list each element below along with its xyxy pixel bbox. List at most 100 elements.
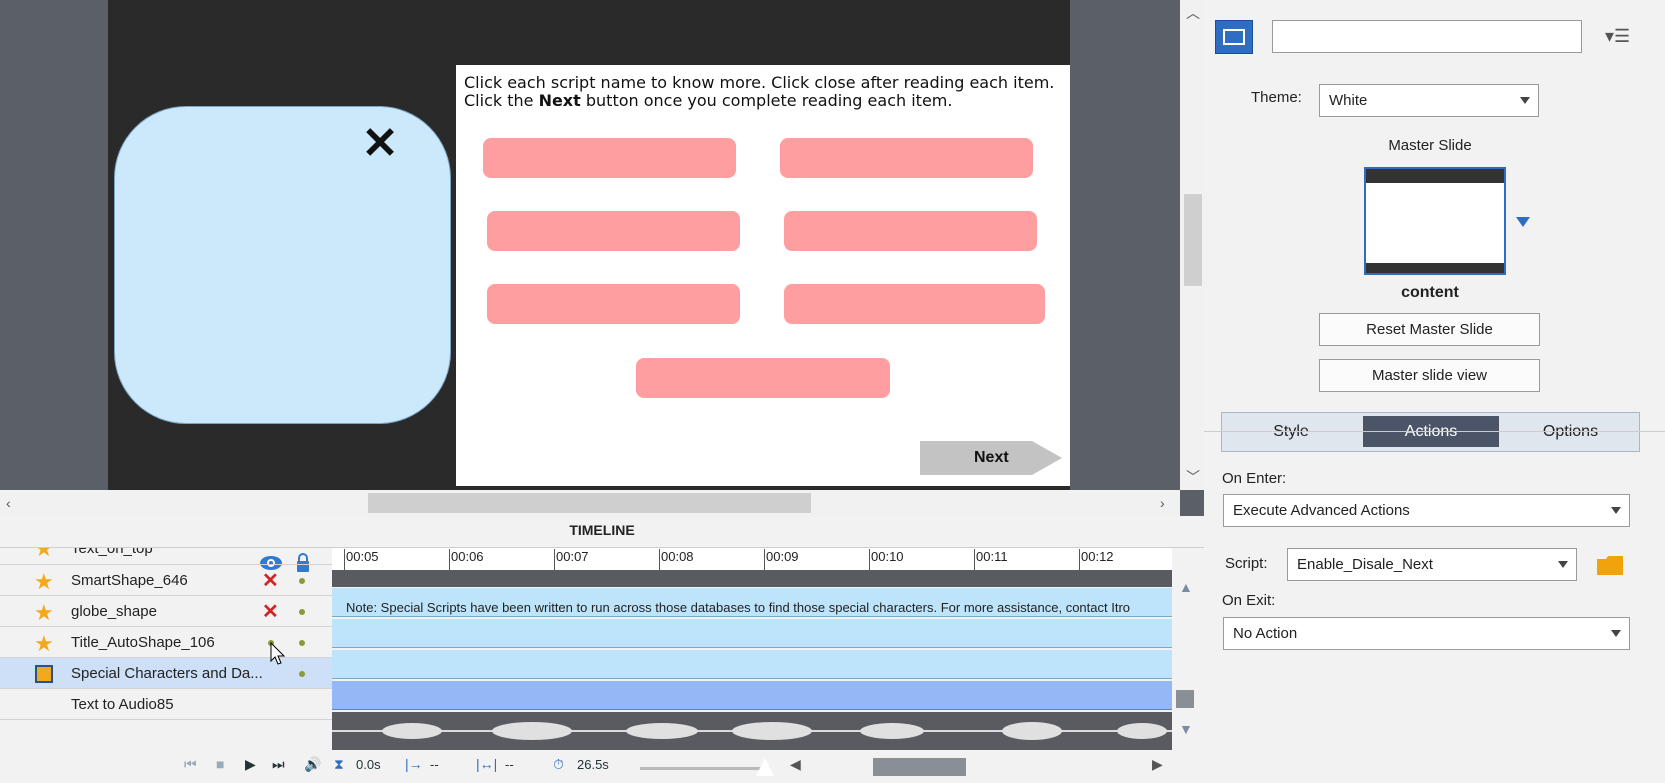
- stage-vertical-scroll-thumb[interactable]: [1184, 194, 1202, 286]
- scroll-left-icon[interactable]: ‹: [6, 496, 11, 510]
- slide-name-input[interactable]: [1272, 20, 1582, 53]
- layer-row[interactable]: ★ SmartShape_646 ✕: [0, 565, 332, 596]
- star-icon: ★: [34, 600, 54, 625]
- scroll-right-icon[interactable]: ›: [1160, 496, 1165, 510]
- tick-label: 00:08: [661, 549, 694, 564]
- on-enter-label: On Enter:: [1222, 470, 1287, 487]
- track-bar[interactable]: [332, 570, 1172, 587]
- on-enter-value: Execute Advanced Actions: [1233, 502, 1410, 519]
- layer-label: Text to Audio85: [71, 696, 174, 713]
- script-button-1[interactable]: [483, 138, 736, 178]
- instruction-text-part: button once you complete reading each it…: [580, 91, 953, 110]
- script-button-7[interactable]: [636, 358, 890, 398]
- tick-label: 00:10: [871, 549, 904, 564]
- chevron-down-icon: [1611, 630, 1621, 637]
- tick-label: 00:05: [346, 549, 379, 564]
- tick-label: 00:06: [451, 549, 484, 564]
- duration-value: 26.5s: [577, 757, 609, 772]
- forward-icon[interactable]: ⏭: [272, 756, 285, 773]
- theme-dropdown[interactable]: White: [1319, 84, 1539, 117]
- slide-icon: [1215, 20, 1253, 54]
- layer-label: Title_AutoShape_106: [71, 634, 215, 651]
- on-exit-label: On Exit:: [1222, 592, 1276, 609]
- chevron-down-icon: [1611, 507, 1621, 514]
- master-slide-thumbnail[interactable]: [1364, 167, 1506, 275]
- lock-dot-icon[interactable]: [299, 578, 305, 584]
- track-bar[interactable]: [332, 619, 1172, 648]
- lock-dot-icon[interactable]: [299, 671, 305, 677]
- on-exit-dropdown[interactable]: No Action: [1223, 617, 1630, 650]
- on-exit-value: No Action: [1233, 625, 1298, 642]
- theme-label: Theme:: [1251, 89, 1302, 106]
- hidden-x-icon[interactable]: ✕: [262, 599, 279, 624]
- end-value: --: [505, 757, 514, 772]
- timeline-title: TIMELINE: [569, 522, 635, 538]
- lock-dot-icon[interactable]: [299, 609, 305, 615]
- stage-horizontal-scroll-thumb[interactable]: [368, 493, 811, 513]
- track-bar-selected[interactable]: [332, 681, 1172, 710]
- app-window: ✕ Click each script name to know more. C…: [0, 0, 1665, 783]
- lock-dot-icon[interactable]: [299, 640, 305, 646]
- rewind-icon[interactable]: ⏮: [184, 756, 197, 773]
- folder-icon[interactable]: [1597, 555, 1623, 575]
- timeline-horizontal-scroll-thumb[interactable]: [873, 758, 966, 776]
- scroll-left-icon[interactable]: ◀: [790, 756, 801, 773]
- scroll-up-icon[interactable]: ︿: [1186, 6, 1200, 20]
- layer-label: Text_on_top: [71, 548, 153, 557]
- tab-style[interactable]: Style: [1222, 413, 1360, 451]
- layer-label: Special Characters and Da...: [71, 665, 263, 682]
- layer-row[interactable]: Text to Audio85: [0, 689, 332, 720]
- script-button-5[interactable]: [487, 284, 740, 324]
- speech-bubble-shape[interactable]: [114, 106, 451, 424]
- scroll-up-icon[interactable]: ▲: [1179, 580, 1193, 594]
- stop-icon[interactable]: ■: [216, 756, 224, 772]
- master-slide-label: Master Slide: [1388, 137, 1472, 154]
- close-icon[interactable]: ✕: [360, 122, 400, 166]
- on-enter-dropdown[interactable]: Execute Advanced Actions: [1223, 494, 1630, 527]
- scroll-down-icon[interactable]: ﹀: [1186, 470, 1200, 484]
- star-icon: ★: [34, 631, 54, 656]
- script-dropdown[interactable]: Enable_Disale_Next: [1287, 548, 1577, 581]
- instruction-text-line1: Click each script name to know more. Cli…: [464, 73, 1055, 92]
- tick-label: 00:07: [556, 549, 589, 564]
- thumbnail-dropdown-icon[interactable]: [1516, 217, 1530, 227]
- tick-label: 00:12: [1081, 549, 1114, 564]
- slide-layer-icon: [35, 665, 53, 683]
- zoom-slider-track[interactable]: [640, 767, 770, 770]
- audio-icon[interactable]: 🔊: [304, 756, 321, 773]
- properties-tabs: Style Actions Options: [1221, 412, 1640, 452]
- scroll-right-icon[interactable]: ▶: [1152, 756, 1163, 773]
- duration-icon: ⏱: [553, 756, 564, 772]
- tick-label: 00:11: [976, 549, 1008, 564]
- zoom-slider-handle[interactable]: [756, 758, 774, 776]
- layer-label: SmartShape_646: [71, 572, 188, 589]
- script-value: Enable_Disale_Next: [1297, 556, 1433, 573]
- next-button[interactable]: Next: [920, 441, 1062, 475]
- script-button-6[interactable]: [784, 284, 1045, 324]
- reset-master-slide-button[interactable]: Reset Master Slide: [1319, 313, 1540, 346]
- hidden-x-icon[interactable]: ✕: [262, 568, 279, 593]
- tabs-divider: [1204, 431, 1665, 432]
- script-button-4[interactable]: [784, 211, 1037, 251]
- layer-row[interactable]: ★ Text_on_top: [0, 548, 332, 565]
- panel-menu-icon[interactable]: ▾☰: [1605, 26, 1630, 47]
- tab-options[interactable]: Options: [1502, 413, 1639, 451]
- audio-waveform-track[interactable]: [332, 712, 1172, 750]
- start-value: --: [430, 757, 439, 772]
- script-button-2[interactable]: [780, 138, 1033, 178]
- thumbnail-header: [1366, 169, 1504, 183]
- tick-label: 00:09: [766, 549, 799, 564]
- mouse-cursor-icon: [270, 641, 286, 666]
- hourglass-icon: ⧗: [334, 756, 344, 772]
- layer-row[interactable]: ★ globe_shape ✕: [0, 596, 332, 627]
- theme-value: White: [1329, 92, 1368, 109]
- scroll-down-icon[interactable]: ▼: [1179, 722, 1193, 736]
- script-button-3[interactable]: [487, 211, 740, 251]
- slide-icon-inner: [1223, 29, 1245, 45]
- timeline-vertical-scroll-thumb[interactable]: [1176, 690, 1194, 708]
- play-icon[interactable]: ▶: [245, 756, 256, 773]
- script-label: Script:: [1225, 555, 1268, 572]
- star-icon: ★: [34, 569, 54, 594]
- master-slide-view-button[interactable]: Master slide view: [1319, 359, 1540, 392]
- track-bar[interactable]: [332, 650, 1172, 679]
